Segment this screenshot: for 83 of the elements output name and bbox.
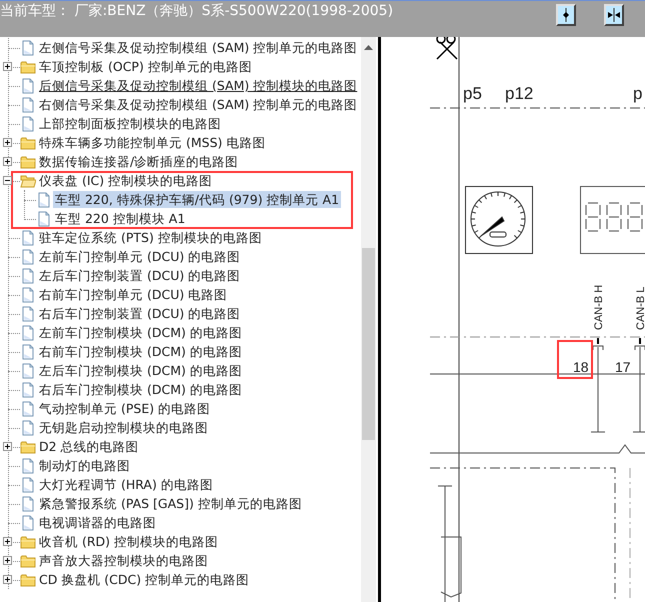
tree-item[interactable]: 右侧信号采集及促动控制模组 (SAM) 控制单元的电路图 [37, 96, 360, 113]
tree-item[interactable]: 数据传输连接器/诊断插座的电路图 [37, 153, 240, 170]
speedometer-drawing [465, 186, 533, 254]
tree-item[interactable]: 右前车门控制单元 (DCU) 电路图 [37, 286, 230, 303]
expand-icon[interactable] [3, 537, 12, 546]
page-icon [20, 286, 36, 302]
scroll-thumb[interactable] [362, 248, 375, 440]
tree-item[interactable]: 左侧信号采集及促动控制模组 (SAM) 控制单元的电路图 [37, 39, 360, 56]
page-icon [20, 78, 36, 94]
tree-item[interactable]: 紧急警报系统 (PAS [GAS]) 控制单元的电路图 [37, 495, 304, 512]
page-icon [20, 362, 36, 378]
tree-item[interactable]: 电视调谐器的电路图 [37, 514, 158, 531]
page-icon [20, 496, 36, 512]
tree-item[interactable]: 左后车门控制装置 (DCU) 的电路图 [37, 267, 242, 284]
toolbar-button[interactable] [556, 4, 576, 26]
tree-item[interactable]: 大灯光程调节 (HRA) 的电路图 [37, 476, 215, 493]
page-icon [20, 382, 36, 398]
model-title: 当前车型： 厂家:BENZ（奔驰）S系-S500W220(1998-2005) [0, 2, 394, 20]
page-icon [20, 458, 36, 474]
signal-label: CAN-B H [593, 284, 605, 330]
page-icon [20, 514, 36, 530]
folder-icon [20, 172, 36, 188]
tree-item[interactable]: 制动灯的电路图 [37, 457, 132, 474]
page-icon [20, 420, 36, 436]
bus-label: p5 [463, 84, 482, 103]
page-icon [20, 268, 36, 284]
expand-icon[interactable] [3, 575, 12, 584]
toolbar-button[interactable] [604, 4, 624, 26]
page-icon [20, 324, 36, 340]
tree-item[interactable]: 左后车门控制模块 (DCM) 的电路图 [37, 362, 244, 379]
tree-item[interactable]: 右后车门控制模块 (DCM) 的电路图 [37, 381, 244, 398]
double-arrow-icon [608, 8, 620, 22]
tree-item[interactable]: 无钥匙启动控制模块的电路图 [37, 419, 210, 436]
tree-item[interactable]: 右前车门控制模块 (DCM) 的电路图 [37, 343, 244, 360]
page-icon [20, 344, 36, 360]
folder-icon [20, 438, 36, 454]
tree-item[interactable]: 特殊车辆多功能控制单元 (MSS) 电路图 [37, 134, 268, 151]
page-icon [20, 400, 36, 416]
page-icon [20, 96, 36, 112]
folder-icon [20, 534, 36, 550]
page-icon [20, 248, 36, 264]
bus-label: p12 [505, 84, 534, 103]
tree-item[interactable]: 车型 220 控制模块 A1 [53, 210, 188, 227]
page-icon [20, 476, 36, 492]
tree-item[interactable]: 仪表盘 (IC) 控制模块的电路图 [37, 172, 214, 189]
tree-item[interactable]: D2 总线的电路图 [37, 438, 141, 455]
page-icon [20, 40, 36, 56]
bus-label: p [633, 84, 642, 103]
expand-icon[interactable] [3, 62, 12, 71]
tree-item[interactable]: 上部控制面板控制模块的电路图 [37, 115, 223, 132]
scissors-icon [436, 37, 458, 60]
folder-icon [20, 58, 36, 74]
expand-icon[interactable] [3, 442, 12, 451]
pin-number: 18 [573, 359, 589, 375]
folder-icon [20, 572, 36, 588]
scroll-up-icon[interactable] [364, 45, 373, 50]
page-icon [20, 116, 36, 132]
expand-icon[interactable] [3, 556, 12, 565]
folder-icon [20, 552, 36, 568]
expand-icon[interactable] [3, 138, 12, 147]
folder-icon [20, 134, 36, 150]
page-icon [20, 230, 36, 246]
page-icon [36, 192, 52, 208]
expand-icon[interactable] [3, 157, 12, 166]
tree-item[interactable]: CD 换盘机 (CDC) 控制单元的电路图 [37, 571, 252, 588]
digital-display-drawing [580, 186, 645, 254]
tree-item[interactable]: 车型 220, 特殊保护车辆/代码 (979) 控制单元 A1 [53, 191, 342, 208]
scrollbar[interactable] [361, 37, 376, 602]
tree-item[interactable]: 左前车门控制单元 (DCU) 的电路图 [37, 248, 242, 265]
tree-item[interactable]: 气动控制单元 (PSE) 的电路图 [37, 400, 212, 417]
tree-item[interactable]: 后侧信号采集及促动控制模组 (SAM) 控制模块的电路图 [37, 77, 360, 94]
pin-number: 17 [615, 359, 631, 375]
tree-item[interactable]: 车顶控制板 (OCP) 控制单元的电路图 [37, 58, 254, 75]
tree-item[interactable]: 左前车门控制模块 (DCM) 的电路图 [37, 324, 244, 341]
folder-icon [20, 154, 36, 170]
tree-item[interactable]: 驻车定位系统 (PTS) 控制模块的电路图 [37, 229, 264, 246]
tree-item[interactable]: 收音机 (RD) 控制模块的电路图 [37, 533, 220, 550]
page-icon [20, 306, 36, 322]
tree-item[interactable]: 声音放大器控制模块的电路图 [37, 552, 210, 569]
collapse-icon[interactable] [3, 176, 12, 185]
page-icon [36, 210, 52, 226]
signal-label: CAN-B L [635, 286, 645, 330]
tree-item[interactable]: 右后车门控制装置 (DCU) 的电路图 [37, 305, 242, 322]
